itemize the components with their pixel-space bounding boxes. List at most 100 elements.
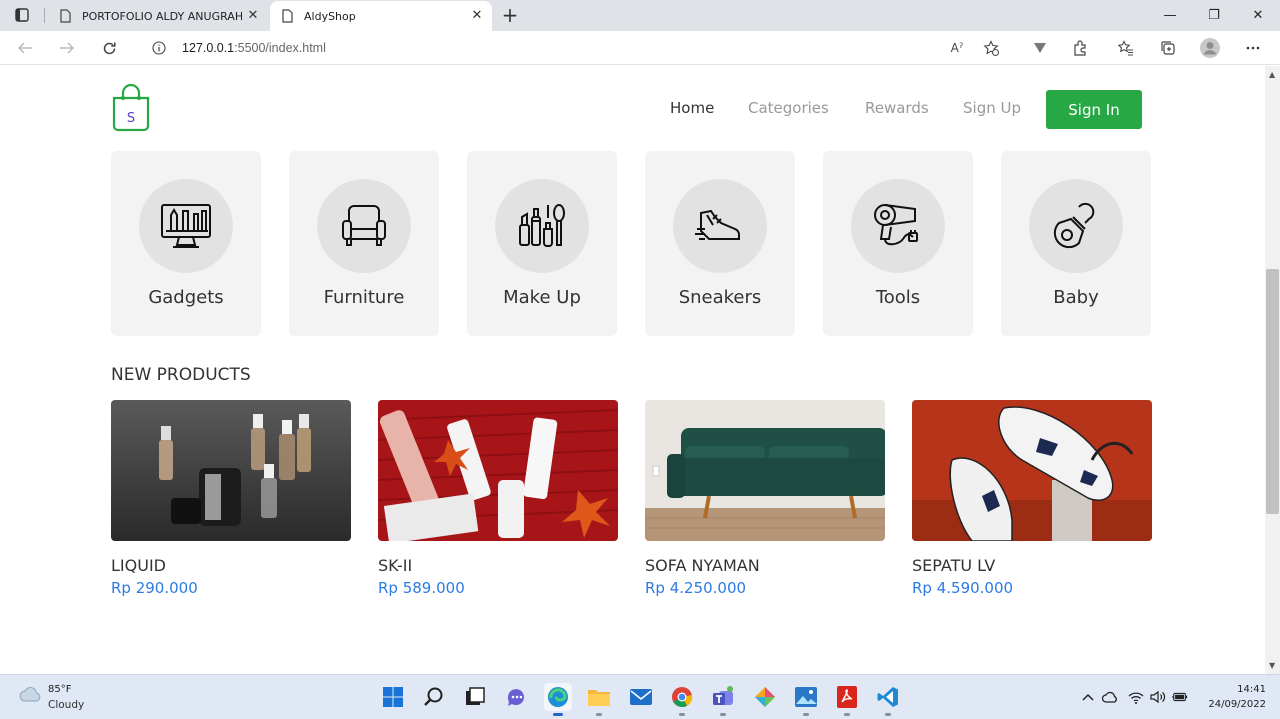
battery-icon[interactable] (1172, 689, 1188, 705)
nav-sign-up[interactable]: Sign Up (963, 99, 1021, 117)
back-button[interactable] (12, 36, 38, 60)
category-icon-circle (1029, 179, 1123, 273)
running-indicator (885, 713, 891, 716)
active-indicator (553, 713, 563, 716)
page-scrollbar[interactable]: ▲ ▼ (1265, 66, 1280, 674)
collections-icon[interactable] (1156, 36, 1180, 60)
product-name[interactable]: SOFA NYAMAN (645, 556, 885, 575)
info-icon[interactable] (152, 41, 166, 55)
makeup-icon (519, 204, 565, 247)
category-label: Baby (1053, 287, 1099, 308)
teams-chat-button[interactable] (502, 683, 530, 711)
photos-button[interactable] (792, 683, 820, 716)
chrome-button[interactable] (668, 683, 696, 716)
tab-title: AldyShop (304, 9, 356, 23)
weather-condition[interactable]: Cloudy (48, 699, 84, 711)
vscode-button[interactable] (874, 683, 902, 716)
volume-icon[interactable] (1150, 689, 1166, 705)
product-price: Rp 4.250.000 (645, 579, 747, 597)
maximize-button[interactable]: ❐ (1192, 0, 1236, 31)
teams-button[interactable] (709, 683, 737, 716)
wifi-icon[interactable] (1128, 689, 1144, 705)
minimize-button[interactable]: — (1148, 0, 1192, 31)
nav-home[interactable]: Home (670, 99, 714, 117)
search-button[interactable] (420, 683, 448, 711)
extensions-puzzle-icon[interactable] (1068, 36, 1092, 60)
running-indicator (844, 713, 850, 716)
tab-aldyshop[interactable]: AldyShop ✕ (270, 1, 492, 31)
show-hidden-icons-chevron-up-icon[interactable] (1080, 689, 1096, 705)
product-price: Rp 4.590.000 (912, 579, 1014, 597)
file-explorer-button[interactable] (585, 683, 613, 716)
clock-time[interactable]: 14:41 (1226, 684, 1266, 695)
windows-logo-icon (383, 687, 403, 707)
profile-avatar-icon[interactable] (1198, 36, 1222, 60)
onedrive-cloud-icon[interactable] (1102, 689, 1118, 705)
product-card-liquid[interactable]: LIQUID Rp 290.000 (111, 400, 351, 597)
diamond-app-icon (755, 687, 775, 707)
scroll-up-arrow-icon[interactable]: ▲ (1269, 71, 1276, 79)
mail-icon (630, 689, 652, 705)
arrow-left-icon (17, 42, 32, 54)
teams-icon (713, 686, 733, 705)
tab-divider (44, 8, 45, 23)
url-text[interactable]: 127.0.0.1:5500/index.html (182, 41, 326, 55)
tab-actions-icon[interactable] (8, 4, 36, 26)
edge-browser-button[interactable] (544, 683, 572, 716)
running-indicator (720, 713, 726, 716)
scroll-down-arrow-icon[interactable]: ▼ (1269, 662, 1276, 670)
nav-rewards[interactable]: Rewards (865, 99, 929, 117)
product-card-sofa-nyaman[interactable]: SOFA NYAMAN Rp 4.250.000 (645, 400, 885, 597)
category-label: Tools (875, 287, 921, 308)
favorites-icon[interactable] (1114, 36, 1138, 60)
category-card-furniture[interactable]: Furniture (289, 151, 439, 336)
product-name[interactable]: SK-II (378, 556, 618, 575)
product-card-sk-ii[interactable]: SK-II Rp 589.000 (378, 400, 618, 597)
refresh-button[interactable] (96, 36, 122, 60)
mail-button[interactable] (627, 683, 655, 711)
pdf-reader-button[interactable] (833, 683, 861, 716)
category-card-gadgets[interactable]: Gadgets (111, 151, 261, 336)
category-card-sneakers[interactable]: Sneakers (645, 151, 795, 336)
product-image[interactable] (645, 400, 885, 541)
tab-close-icon[interactable]: ✕ (470, 9, 484, 23)
task-view-button[interactable] (461, 683, 489, 711)
weather-temperature[interactable]: 85°F (48, 684, 71, 695)
sign-in-button[interactable]: Sign In (1046, 90, 1142, 129)
page-icon (60, 9, 71, 23)
product-image[interactable] (378, 400, 618, 541)
windows-taskbar: 85°F Cloudy 14:41 24/09/2022 (0, 674, 1280, 719)
close-window-button[interactable]: ✕ (1236, 0, 1280, 31)
product-image[interactable] (111, 400, 351, 541)
category-icon-circle (673, 179, 767, 273)
product-name[interactable]: LIQUID (111, 556, 351, 575)
arrow-right-icon (60, 42, 75, 54)
sneaker-icon (695, 209, 740, 240)
favorite-add-icon[interactable] (980, 38, 1002, 58)
cloud-weather-icon[interactable] (18, 685, 42, 705)
category-card-tools[interactable]: Tools (823, 151, 973, 336)
new-tab-button[interactable]: + (498, 3, 522, 27)
product-image[interactable] (912, 400, 1152, 541)
shop-bag-logo-icon[interactable]: S (111, 84, 151, 132)
category-label: Sneakers (678, 287, 762, 308)
scroll-thumb[interactable] (1266, 269, 1279, 514)
product-name[interactable]: SEPATU LV (912, 556, 1152, 575)
category-icon-circle (317, 179, 411, 273)
nav-categories[interactable]: Categories (748, 99, 829, 117)
tab-close-icon[interactable]: ✕ (246, 9, 260, 23)
app-diamond-button[interactable] (751, 683, 779, 711)
address-toolbar: 127.0.0.1:5500/index.html Aˀ (0, 31, 1280, 65)
category-card-make-up[interactable]: Make Up (467, 151, 617, 336)
start-button[interactable] (379, 683, 407, 711)
read-aloud-icon[interactable]: Aˀ (946, 38, 968, 58)
clock-date[interactable]: 24/09/2022 (1196, 699, 1266, 710)
more-options-icon[interactable] (1241, 36, 1265, 60)
product-card-sepatu-lv[interactable]: SEPATU LV Rp 4.590.000 (912, 400, 1152, 597)
forward-button[interactable] (54, 36, 80, 60)
tab-portfolio[interactable]: PORTOFOLIO ALDY ANUGRAH P ✕ (48, 1, 268, 31)
url-box[interactable]: 127.0.0.1:5500/index.html Aˀ (136, 34, 1014, 62)
browser-tab-bar: PORTOFOLIO ALDY ANUGRAH P ✕ AldyShop ✕ +… (0, 0, 1280, 31)
category-card-baby[interactable]: Baby (1001, 151, 1151, 336)
extension-vpn-icon[interactable] (1028, 36, 1052, 60)
